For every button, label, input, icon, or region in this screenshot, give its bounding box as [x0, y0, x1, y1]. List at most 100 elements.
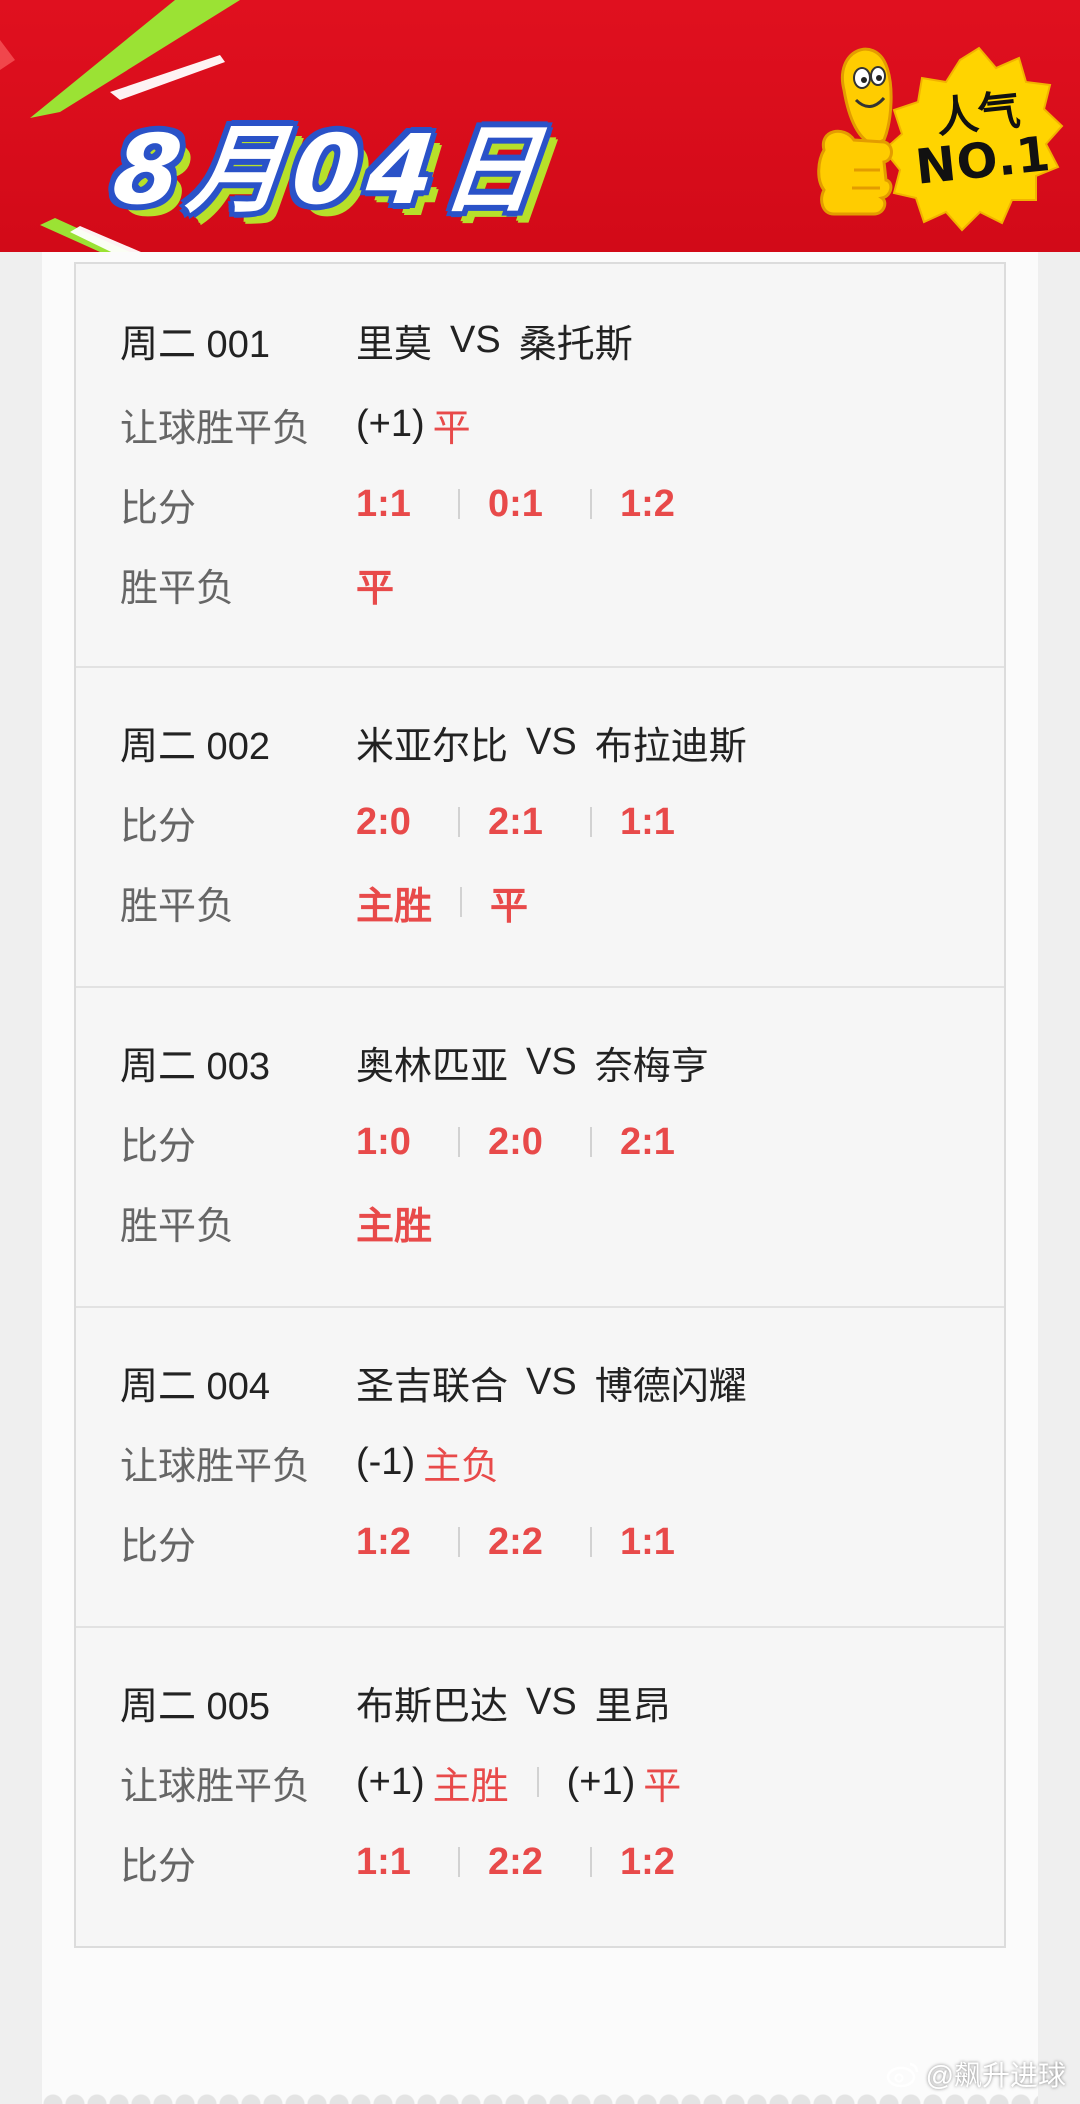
- weibo-watermark: @飙升进球: [886, 2054, 1066, 2094]
- wdl-pick: 主胜: [356, 1205, 433, 1248]
- score-label: 比分: [120, 1125, 197, 1168]
- wdl-row: 胜平负 平: [76, 554, 1004, 614]
- date-title: 8月04日: [108, 114, 553, 226]
- home-team: 里莫: [356, 323, 433, 366]
- match-code: 周二 001: [120, 323, 270, 366]
- match-title-row: 周二 005 布斯巴达 VS 里昂: [76, 1672, 1004, 1732]
- score-label: 比分: [120, 1525, 197, 1568]
- home-team: 圣吉联合: [356, 1365, 509, 1408]
- wdl-label: 胜平负: [120, 1205, 235, 1248]
- divider: [458, 1527, 460, 1557]
- wdl-label: 胜平负: [120, 885, 235, 928]
- match-code: 周二 002: [120, 725, 270, 768]
- handicap-line: (+1): [356, 1760, 425, 1803]
- away-team: 奈梅亨: [594, 1045, 709, 1088]
- handicap-line: (-1): [356, 1440, 416, 1483]
- score-row: 比分 1:2 2:2 1:1: [76, 1512, 1004, 1572]
- away-team: 博德闪耀: [594, 1365, 747, 1408]
- score-pick: 0:1: [488, 482, 543, 525]
- match-code: 周二 004: [120, 1365, 270, 1408]
- score-label: 比分: [120, 487, 197, 530]
- score-pick: 2:1: [488, 800, 543, 843]
- match-title-row: 周二 002 米亚尔比 VS 布拉迪斯: [76, 712, 1004, 772]
- home-team: 米亚尔比: [356, 725, 509, 768]
- handicap-pick: 平: [643, 1765, 682, 1808]
- match-teams: 米亚尔比 VS 布拉迪斯: [356, 715, 747, 770]
- score-pick: 1:1: [356, 482, 411, 525]
- match-code: 周二 003: [120, 1045, 270, 1088]
- score-row: 比分 1:0 2:0 2:1: [76, 1112, 1004, 1172]
- divider: [590, 1847, 592, 1877]
- handicap-row: 让球胜平负 (-1) 主负: [76, 1432, 1004, 1492]
- score-row: 比分 1:1 2:2 1:2: [76, 1832, 1004, 1892]
- divider: [458, 1847, 460, 1877]
- handicap-row: 让球胜平负 (+1) 平: [76, 394, 1004, 454]
- score-pick: 2:2: [488, 1520, 543, 1563]
- score-pick: 1:2: [356, 1520, 411, 1563]
- vs-label: VS: [526, 1360, 577, 1403]
- score-pick: 2:0: [356, 800, 411, 843]
- match-card: 周二 004 圣吉联合 VS 博德闪耀 让球胜平负 (-1) 主负 比分 1:2…: [76, 1306, 1004, 1628]
- match-card: 周二 003 奥林匹亚 VS 奈梅亨 比分 1:0 2:0 2:1 胜平负 主胜: [76, 986, 1004, 1308]
- prediction-table: 周二 001 里莫 VS 桑托斯 让球胜平负 (+1) 平 比分 1:1 0:1…: [74, 262, 1006, 1948]
- handicap-pick: 主负: [423, 1445, 500, 1488]
- wdl-pick: 主胜: [356, 885, 433, 928]
- score-pick: 1:2: [620, 1840, 675, 1883]
- score-pick: 2:1: [620, 1120, 675, 1163]
- match-teams: 圣吉联合 VS 博德闪耀: [356, 1355, 747, 1410]
- vs-label: VS: [450, 318, 501, 361]
- score-row: 比分 2:0 2:1 1:1: [76, 792, 1004, 852]
- match-teams: 布斯巴达 VS 里昂: [356, 1675, 671, 1730]
- divider: [590, 807, 592, 837]
- weibo-icon: [886, 2062, 918, 2088]
- watermark-text: @飙升进球: [925, 2060, 1066, 2091]
- score-pick: 1:1: [356, 1840, 411, 1883]
- popularity-badge: 人气 NO.1: [814, 30, 1064, 250]
- handicap-pick: 平: [432, 407, 471, 450]
- divider: [590, 1127, 592, 1157]
- wdl-pick: 平: [490, 885, 529, 928]
- handicap-row: 让球胜平负 (+1) 主胜 (+1) 平: [76, 1752, 1004, 1812]
- score-pick: 1:1: [620, 800, 675, 843]
- match-teams: 里莫 VS 桑托斯: [356, 313, 633, 368]
- vs-label: VS: [526, 1680, 577, 1723]
- wdl-row: 胜平负 主胜: [76, 1192, 1004, 1252]
- handicap-label: 让球胜平负: [120, 1445, 311, 1488]
- home-team: 奥林匹亚: [356, 1045, 509, 1088]
- vs-label: VS: [526, 720, 577, 763]
- divider: [458, 489, 460, 519]
- handicap-label: 让球胜平负: [120, 1765, 311, 1808]
- score-label: 比分: [120, 805, 197, 848]
- divider: [458, 1127, 460, 1157]
- handicap-label: 让球胜平负: [120, 407, 311, 450]
- home-team: 布斯巴达: [356, 1685, 509, 1728]
- handicap-line: (+1): [356, 402, 425, 445]
- divider: [590, 489, 592, 519]
- divider: [460, 887, 463, 917]
- match-title-row: 周二 001 里莫 VS 桑托斯: [76, 310, 1004, 370]
- divider: [590, 1527, 592, 1557]
- away-team: 里昂: [594, 1685, 671, 1728]
- score-pick: 2:0: [488, 1120, 543, 1163]
- match-card: 周二 001 里莫 VS 桑托斯 让球胜平负 (+1) 平 比分 1:1 0:1…: [76, 264, 1004, 668]
- score-pick: 1:0: [356, 1120, 411, 1163]
- match-code: 周二 005: [120, 1685, 270, 1728]
- match-card: 周二 005 布斯巴达 VS 里昂 让球胜平负 (+1) 主胜 (+1) 平 比…: [76, 1626, 1004, 1946]
- wdl-row: 胜平负 主胜 平: [76, 872, 1004, 932]
- vs-label: VS: [526, 1040, 577, 1083]
- away-team: 布拉迪斯: [594, 725, 747, 768]
- divider: [536, 1767, 539, 1797]
- match-title-row: 周二 003 奥林匹亚 VS 奈梅亨: [76, 1032, 1004, 1092]
- match-title-row: 周二 004 圣吉联合 VS 博德闪耀: [76, 1352, 1004, 1412]
- score-label: 比分: [120, 1845, 197, 1888]
- match-card: 周二 002 米亚尔比 VS 布拉迪斯 比分 2:0 2:1 1:1 胜平负 主…: [76, 666, 1004, 988]
- header-banner: 8月04日 人气 NO.1: [0, 0, 1080, 252]
- wdl-pick: 平: [356, 567, 395, 610]
- score-pick: 1:2: [620, 482, 675, 525]
- handicap-pick: 主胜: [432, 1765, 509, 1808]
- divider: [458, 807, 460, 837]
- badge-text: 人气 NO.1: [892, 83, 1071, 196]
- handicap-line: (+1): [566, 1760, 636, 1803]
- score-pick: 1:1: [620, 1520, 675, 1563]
- away-team: 桑托斯: [518, 323, 633, 366]
